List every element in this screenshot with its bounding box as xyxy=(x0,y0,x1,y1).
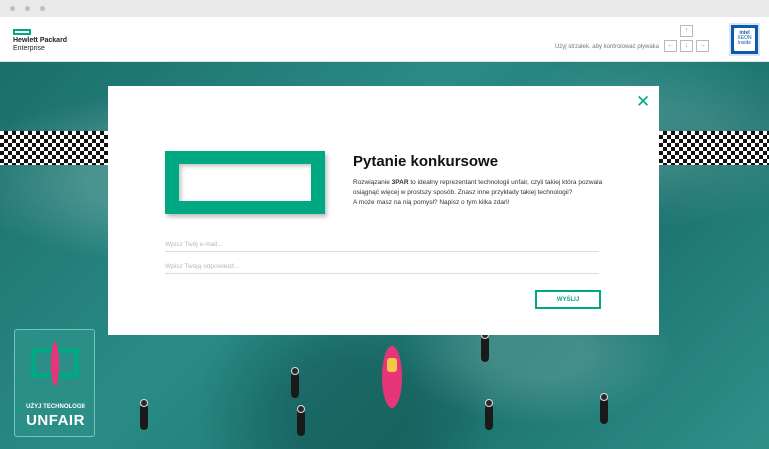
swimmer xyxy=(140,399,148,430)
swimmer xyxy=(485,399,493,430)
swimmer xyxy=(600,393,608,424)
answer-field[interactable] xyxy=(165,259,599,274)
promo-big-text: UNFAIR xyxy=(26,412,85,429)
finish-line-right xyxy=(659,131,769,165)
modal-description: Rozwiązanie 3PAR to idealny reprezentant… xyxy=(353,178,623,208)
desc-line2: A może masz na nią pomysł? Napisz o tym … xyxy=(353,199,510,206)
modal-title: Pytanie konkursowe xyxy=(353,153,499,170)
contest-modal: ✕ Pytanie konkursowe Rozwiązanie 3PAR to… xyxy=(108,86,659,335)
arrow-right-button[interactable]: → xyxy=(696,40,709,52)
window-dot xyxy=(40,6,45,11)
kayaker xyxy=(387,358,397,372)
hpe-element-graphic xyxy=(165,151,325,214)
player-kayak xyxy=(382,346,402,408)
promo-small-text: UŻYJ TECHNOLOGII xyxy=(26,404,85,410)
logo-line1: Hewlett Packard xyxy=(13,37,68,44)
badge-line3: inside xyxy=(737,40,752,46)
browser-chrome xyxy=(0,0,769,18)
intel-xeon-badge: intel XEON inside xyxy=(729,23,760,56)
arrow-left-button[interactable]: ← xyxy=(664,40,677,52)
swimmer xyxy=(481,331,489,362)
desc-prefix: Rozwiązanie xyxy=(353,179,392,186)
swimmer xyxy=(291,367,299,398)
swimmer xyxy=(297,405,305,436)
send-button[interactable]: WYŚLIJ xyxy=(535,290,601,309)
hpe-logo-icon xyxy=(13,29,31,35)
window-dot xyxy=(10,6,15,11)
close-icon[interactable]: ✕ xyxy=(636,93,650,110)
hpe-logo[interactable]: Hewlett Packard Enterprise xyxy=(13,37,67,53)
kayak-icon xyxy=(51,342,59,386)
logo-line2: Enterprise xyxy=(13,45,45,52)
desc-product: 3PAR xyxy=(391,179,409,186)
email-field[interactable] xyxy=(165,237,599,252)
window-dot xyxy=(25,6,30,11)
promo-card[interactable]: UŻYJ TECHNOLOGII UNFAIR xyxy=(14,329,95,437)
finish-line-left xyxy=(0,131,108,165)
arrow-up-button[interactable]: ↑ xyxy=(680,25,693,37)
controls-hint: Użyj strzałek, aby kontrolować pływaka xyxy=(554,44,659,50)
page-header: Hewlett Packard Enterprise Użyj strzałek… xyxy=(0,17,769,62)
arrow-down-button[interactable]: ↓ xyxy=(680,40,693,52)
